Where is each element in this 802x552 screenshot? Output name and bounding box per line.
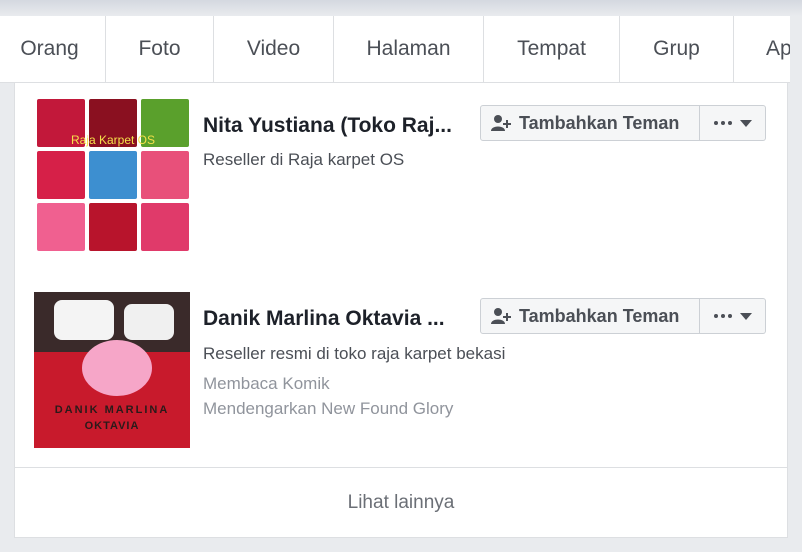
tab-places[interactable]: Tempat (484, 16, 620, 82)
tab-photos[interactable]: Foto (106, 16, 214, 82)
character-shape (82, 340, 152, 396)
more-icon (713, 121, 732, 125)
result-item: DANIK MARLINA OKTAVIA Danik Marlina Okta… (15, 273, 789, 467)
tab-apps[interactable]: Ap (734, 16, 790, 82)
result-interest: Mendengarkan New Found Glory (203, 399, 454, 418)
friend-actions: Tambahkan Teman (480, 105, 766, 141)
result-subtitle: Reseller resmi di toko raja karpet bekas… (203, 344, 506, 363)
photo-tile (141, 151, 189, 199)
more-icon (713, 314, 732, 318)
chevron-down-icon (739, 119, 752, 127)
add-friend-icon (491, 308, 511, 324)
result-name[interactable]: Nita Yustiana (Toko Raj... (203, 114, 452, 138)
cushion-shape (54, 300, 114, 340)
tab-pages[interactable]: Halaman (334, 16, 484, 82)
result-subtitle: Reseller di Raja karpet OS (203, 150, 405, 169)
result-item: Raja Karpet OS Nita Yustiana (Toko Raj..… (15, 83, 789, 273)
photo-caption: DANIK MARLINA (54, 404, 170, 416)
friend-actions: Tambahkan Teman (480, 298, 766, 334)
photo-tile (37, 151, 85, 199)
tab-people[interactable]: Orang (0, 16, 106, 82)
results-card: Raja Karpet OS Nita Yustiana (Toko Raj..… (14, 83, 788, 538)
photo-caption: OKTAVIA (84, 420, 140, 432)
add-friend-button[interactable]: Tambahkan Teman (480, 298, 700, 334)
result-interest: Membaca Komik (203, 374, 330, 393)
add-friend-label: Tambahkan Teman (519, 305, 680, 326)
more-options-button[interactable] (700, 105, 766, 141)
tab-groups[interactable]: Grup (620, 16, 734, 82)
photo-tile (89, 203, 137, 251)
add-friend-button[interactable]: Tambahkan Teman (480, 105, 700, 141)
profile-photo[interactable]: DANIK MARLINA OKTAVIA (34, 292, 190, 448)
photo-tile (141, 203, 189, 251)
add-friend-icon (491, 115, 511, 131)
photo-watermark: Raja Karpet OS (70, 133, 156, 147)
chevron-down-icon (739, 312, 752, 320)
top-shadow (0, 0, 802, 16)
profile-photo-collage[interactable] (37, 99, 189, 251)
photo-tile (37, 203, 85, 251)
add-friend-label: Tambahkan Teman (519, 112, 680, 133)
cushion-shape (124, 304, 174, 340)
tab-videos[interactable]: Video (214, 16, 334, 82)
photo-tile (89, 151, 137, 199)
result-name[interactable]: Danik Marlina Oktavia ... (203, 307, 445, 331)
see-more-link[interactable]: Lihat lainnya (15, 468, 787, 538)
search-filter-tabs: Orang Foto Video Halaman Tempat Grup Ap (0, 16, 790, 83)
more-options-button[interactable] (700, 298, 766, 334)
